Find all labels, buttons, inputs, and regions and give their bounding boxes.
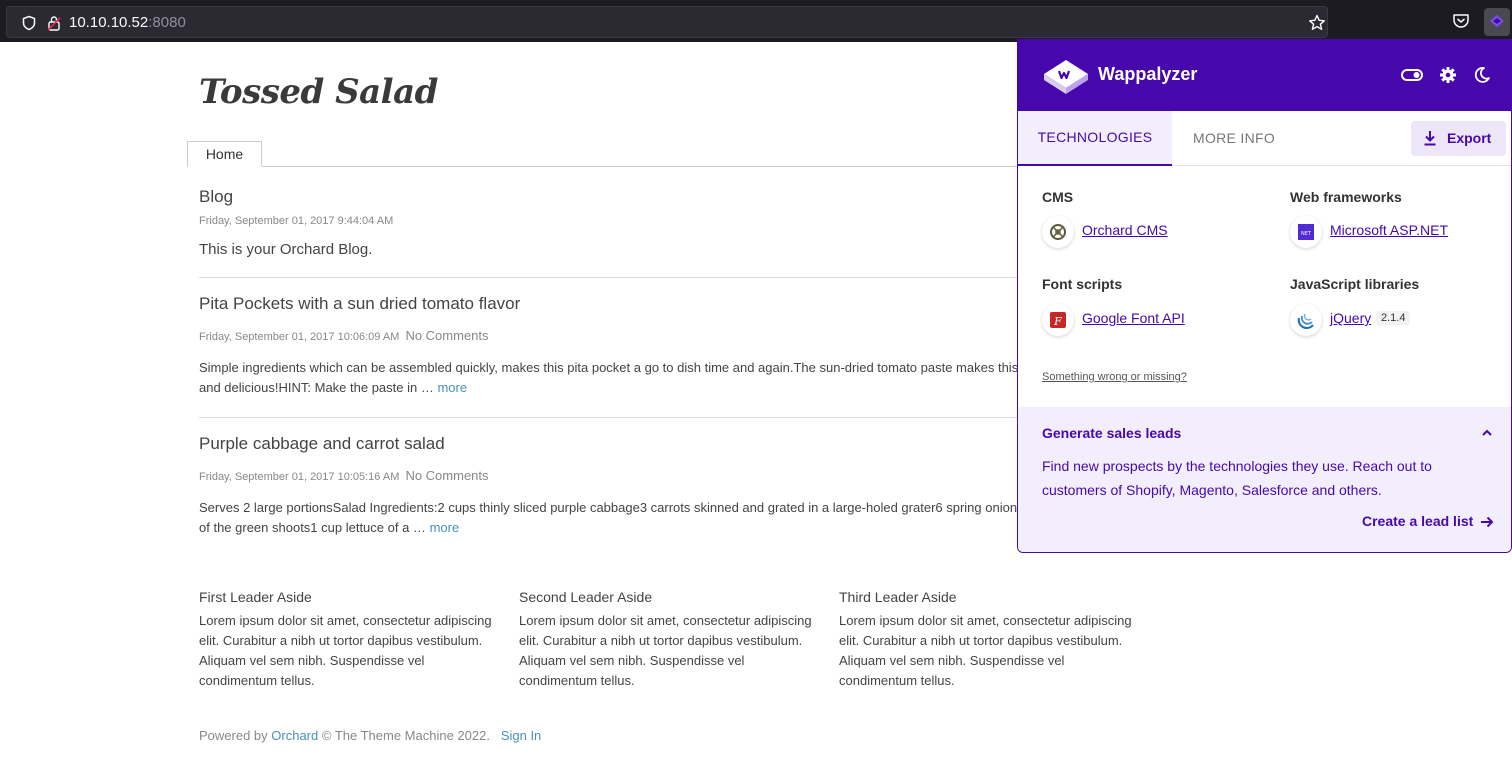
technology-link[interactable]: Orchard CMS [1082,222,1168,238]
leads-description: Find new prospects by the technologies t… [1042,458,1432,498]
wappalyzer-tabs: TECHNOLOGIES MORE INFO Export [1018,111,1511,166]
technology-link[interactable]: Microsoft ASP.NET [1330,222,1448,238]
category-title: Web frameworks [1290,189,1402,205]
aside-title: Third Leader Aside [839,589,957,605]
orchard-cms-icon [1042,216,1074,248]
google-font-api-icon: F [1042,304,1074,336]
shield-icon[interactable] [21,15,37,31]
blog-title[interactable]: Blog [199,187,233,207]
post-date: Friday, September 01, 2017 10:06:09 AM [199,331,400,343]
nav-tab-home[interactable]: Home [187,141,262,167]
more-link[interactable]: more [430,520,460,535]
category-title: JavaScript libraries [1290,276,1420,292]
asp-net-icon: NET [1290,216,1322,248]
post-excerpt-line: Serves 2 large portionsSalad Ingredients… [199,500,1018,515]
divider [199,277,1029,278]
arrow-right-icon[interactable] [1479,514,1495,530]
aside-body: Lorem ipsum dolor sit amet, consectetur … [839,613,1132,688]
wappalyzer-brand: Wappalyzer [1098,64,1198,84]
toggle-icon[interactable] [1401,69,1423,81]
nav-divider [187,166,1087,167]
bookmark-star-icon[interactable] [1308,14,1326,32]
aside-first: First Leader Aside Lorem ipsum dolor sit… [199,589,499,691]
blog-date: Friday, September 01, 2017 9:44:04 AM [199,215,394,227]
category-title: Font scripts [1042,276,1123,292]
browser-toolbar: 10.10.10.52:8080 [0,0,1512,42]
post-date: Friday, September 01, 2017 10:05:16 AM [199,471,400,483]
aside-title: First Leader Aside [199,589,312,605]
post-meta: Friday, September 01, 2017 10:05:16 AM N… [199,468,489,483]
post-excerpt-line: of the green shoots1 cup lettuce of a … … [199,518,1017,538]
divider [199,417,1029,418]
post-excerpt: Simple ingredients which can be assemble… [199,358,1018,398]
sales-leads-panel: Generate sales leads Find new prospects … [1018,407,1511,552]
footer-powered: Powered by [199,728,268,743]
pocket-icon[interactable] [1452,12,1470,30]
moon-icon[interactable] [1473,66,1491,84]
url-text[interactable]: 10.10.10.52:8080 [69,14,186,31]
sign-in-link[interactable]: Sign In [501,728,541,743]
footer-orchard-link[interactable]: Orchard [271,728,318,743]
address-bar[interactable]: 10.10.10.52:8080 [6,6,1328,38]
version-badge: 2.1.4 [1376,311,1411,325]
gear-icon[interactable] [1439,66,1457,84]
post-excerpt-line: Simple ingredients which can be assemble… [199,360,1019,375]
footer-copyright: © The Theme Machine 2022. [321,728,490,743]
post-title[interactable]: Pita Pockets with a sun dried tomato fla… [199,294,520,314]
jquery-icon [1290,304,1322,336]
site-title[interactable]: Tossed Salad [199,72,438,112]
aside-body: Lorem ipsum dolor sit amet, consectetur … [199,613,492,688]
post-excerpt-line: and delicious!HINT: Make the paste in … … [199,378,1018,398]
wappalyzer-extension-icon[interactable] [1484,8,1510,36]
post-excerpt-text: of the green shoots1 cup lettuce of a … [199,520,426,535]
create-lead-list-link[interactable]: Create a lead list [1362,513,1473,529]
post-excerpt-text: and delicious!HINT: Make the paste in … [199,380,434,395]
wappalyzer-header: Wappalyzer [1018,40,1511,111]
insecure-lock-icon[interactable] [47,15,61,31]
export-label: Export [1447,130,1492,146]
footer: Powered by Orchard © The Theme Machine 2… [199,728,541,743]
url-host: 10.10.10.52 [69,14,149,31]
wappalyzer-popup: Wappalyzer TECHNOLOGIES MORE INFO Export… [1017,39,1512,553]
aside-body: Lorem ipsum dolor sit amet, consectetur … [519,613,812,688]
something-wrong-link[interactable]: Something wrong or missing? [1042,371,1187,383]
technology-link[interactable]: Google Font API [1082,310,1185,326]
technology-link[interactable]: jQuery [1330,310,1371,326]
blog-description: This is your Orchard Blog. [199,241,373,258]
more-link[interactable]: more [437,380,467,395]
chevron-up-icon[interactable] [1480,426,1494,440]
tab-technologies[interactable]: TECHNOLOGIES [1018,111,1172,166]
category-title: CMS [1042,189,1074,205]
wappalyzer-logo-icon [1044,60,1088,94]
download-icon [1424,131,1436,146]
aside-second: Second Leader Aside Lorem ipsum dolor si… [519,589,819,691]
tab-more-info[interactable]: MORE INFO [1172,111,1296,166]
svg-text:F: F [1053,315,1062,328]
leads-title[interactable]: Generate sales leads [1042,425,1181,441]
post-title[interactable]: Purple cabbage and carrot salad [199,434,445,454]
svg-text:NET: NET [1301,231,1312,237]
aside-title: Second Leader Aside [519,589,653,605]
aside-third: Third Leader Aside Lorem ipsum dolor sit… [839,589,1139,691]
export-button[interactable]: Export [1411,121,1506,156]
post-comments-link[interactable]: No Comments [405,328,488,343]
post-meta: Friday, September 01, 2017 10:06:09 AM N… [199,328,489,343]
post-comments-link[interactable]: No Comments [405,468,488,483]
url-port: :8080 [148,14,186,31]
post-excerpt: Serves 2 large portionsSalad Ingredients… [199,498,1017,538]
